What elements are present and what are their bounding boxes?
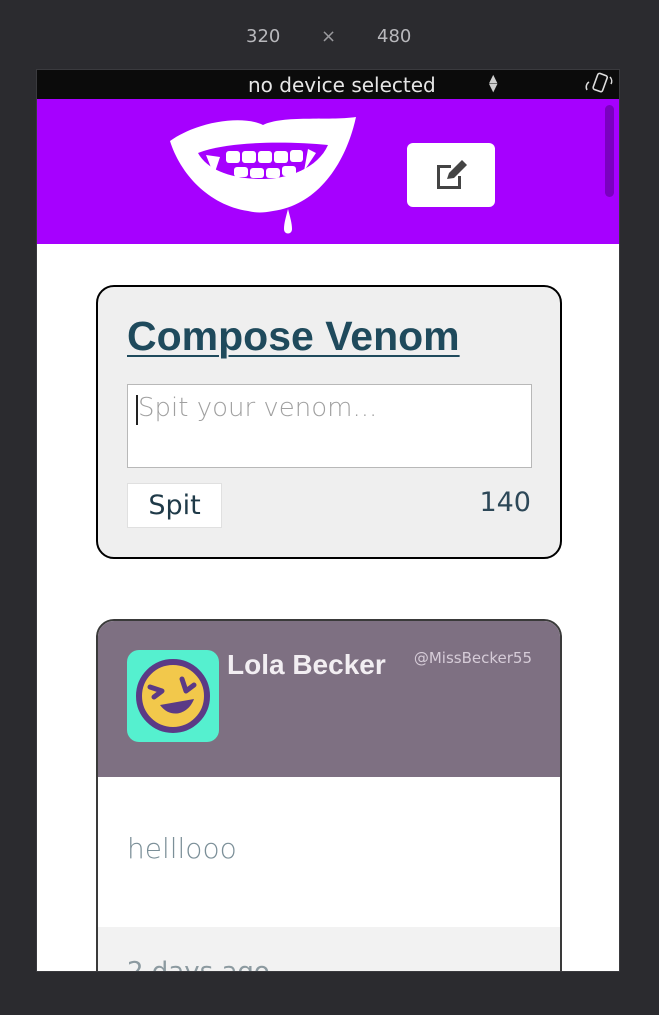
scrollbar-thumb[interactable] — [605, 105, 614, 197]
spit-button[interactable]: Spit — [127, 483, 222, 528]
text-caret — [136, 395, 138, 425]
post-timestamp: 2 days ago — [127, 957, 270, 972]
author-handle[interactable]: @MissBecker55 — [414, 649, 532, 667]
rotate-device-icon[interactable] — [583, 72, 615, 96]
times-symbol: × — [321, 26, 337, 47]
viewport-dimensions: 320 × 480 — [0, 26, 659, 50]
width-value[interactable]: 320 — [246, 26, 280, 47]
venom-input[interactable] — [127, 384, 532, 468]
author-name[interactable]: Lola Becker — [227, 649, 386, 681]
laughing-face-icon — [136, 659, 210, 733]
device-toolbar: no device selected ▲ ▼ — [37, 70, 619, 99]
post-footer: 2 days ago — [98, 927, 560, 972]
post-card: Lola Becker @MissBecker55 helllooo 2 day… — [96, 619, 562, 972]
post-body: helllooo — [98, 777, 560, 927]
app-header — [37, 99, 619, 244]
select-arrows-icon[interactable]: ▲ ▼ — [489, 73, 497, 93]
device-frame: no device selected ▲ ▼ Compose Venom Spi… — [36, 69, 620, 972]
device-select[interactable]: no device selected — [248, 73, 436, 97]
compose-card: Compose Venom Spit 140 — [96, 285, 562, 559]
height-value[interactable]: 480 — [377, 26, 411, 47]
compose-title: Compose Venom — [127, 313, 460, 359]
fangs-mouth-icon[interactable] — [168, 113, 358, 237]
compose-button[interactable] — [407, 143, 495, 207]
edit-icon — [437, 160, 467, 189]
post-text: helllooo — [127, 832, 237, 865]
post-header: Lola Becker @MissBecker55 — [98, 621, 560, 777]
page-viewport: Compose Venom Spit 140 Lola Becker @Miss… — [37, 99, 619, 972]
avatar[interactable] — [127, 650, 219, 742]
char-counter: 140 — [479, 487, 531, 518]
